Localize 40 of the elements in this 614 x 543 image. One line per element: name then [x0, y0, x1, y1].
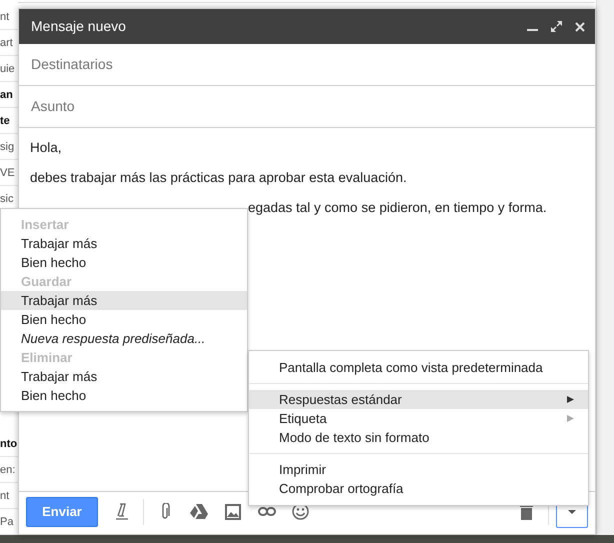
- menu-item[interactable]: Bien hecho: [1, 386, 247, 405]
- menu-item[interactable]: Bien hecho: [1, 253, 247, 272]
- menu-item[interactable]: Trabajar más: [1, 234, 247, 253]
- menu-item[interactable]: Modo de texto sin formato: [249, 428, 588, 447]
- close-icon[interactable]: [575, 22, 585, 32]
- subject-field[interactable]: Asunto: [29, 95, 585, 118]
- menu-item[interactable]: Respuestas estándar: [249, 390, 588, 409]
- body-text: Hola,: [30, 140, 62, 155]
- expand-icon[interactable]: [551, 21, 562, 32]
- menu-item[interactable]: Trabajar más: [1, 367, 247, 386]
- menu-item[interactable]: Trabajar más: [1, 291, 247, 310]
- submenu-arrow-icon: [567, 415, 574, 422]
- submenu-arrow-icon: [567, 396, 574, 403]
- caret-icon: [568, 510, 576, 514]
- email-row-text[interactable]: an: [0, 89, 13, 101]
- email-row-text[interactable]: te: [0, 115, 10, 127]
- body-text: egadas tal y como se pidieron, en tiempo y forma.: [248, 200, 547, 215]
- email-row-text[interactable]: art: [0, 37, 13, 49]
- menu-item[interactable]: Nueva respuesta prediseñada...: [1, 329, 247, 348]
- email-row-text[interactable]: nt: [0, 11, 10, 23]
- menu-item[interactable]: Comprobar ortografía: [249, 479, 588, 498]
- menu-item[interactable]: Etiqueta: [249, 409, 588, 428]
- menu-heading: Insertar: [20, 216, 70, 234]
- window-title: Mensaje nuevo: [31, 17, 126, 36]
- email-row-text[interactable]: sig: [0, 141, 14, 153]
- menu-item[interactable]: Imprimir: [249, 460, 588, 479]
- scrollbar[interactable]: [596, 0, 614, 535]
- email-row-text[interactable]: VE: [0, 167, 15, 179]
- menu-item[interactable]: Pantalla completa como vista predeterminada: [249, 358, 588, 377]
- email-row-text[interactable]: nto: [0, 438, 18, 450]
- email-row-text[interactable]: Pa: [0, 516, 14, 528]
- email-row-text[interactable]: uie: [0, 63, 15, 75]
- recipients-field[interactable]: Destinatarios: [29, 53, 585, 76]
- menu-item[interactable]: Bien hecho: [1, 310, 247, 329]
- menu-heading: Guardar: [20, 273, 73, 291]
- email-row-text[interactable]: nt: [0, 490, 10, 502]
- email-row-text[interactable]: en:: [0, 464, 16, 476]
- body-text: debes trabajar más las prácticas para aprobar esta evaluación.: [30, 170, 407, 185]
- email-row-text[interactable]: sic: [0, 193, 14, 205]
- menu-heading: Eliminar: [20, 349, 74, 367]
